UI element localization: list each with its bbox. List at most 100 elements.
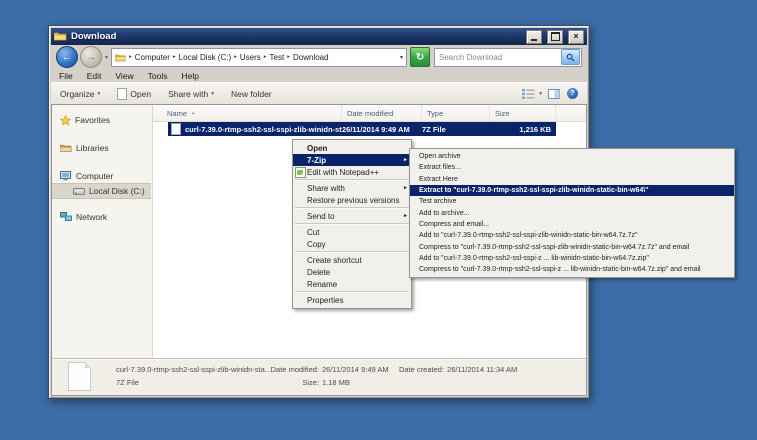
column-header-label: Size — [495, 109, 510, 118]
titlebar[interactable]: Download × — [51, 28, 587, 45]
sidebar-item-label: Favorites — [75, 115, 110, 125]
search-input[interactable] — [435, 53, 561, 62]
new-folder-button[interactable]: New folder — [231, 89, 272, 99]
context-menu-item-copy[interactable]: Copy — [293, 238, 411, 250]
refresh-button[interactable]: ↻ — [410, 47, 430, 67]
menu-item-label: Open — [307, 144, 327, 153]
menu-item-label: Extract files... — [419, 164, 461, 171]
menu-item-label: Add to "curl-7.39.0-rtmp-ssh2-ssl-sspi-z… — [419, 255, 649, 262]
size-value: 1.18 MB — [322, 376, 389, 389]
forward-button[interactable]: → — [80, 46, 102, 68]
search-button[interactable] — [561, 49, 580, 65]
file-size-cell: 1,216 KB — [490, 125, 556, 134]
forward-icon: → — [86, 52, 96, 63]
menubar-item-edit[interactable]: Edit — [87, 71, 102, 81]
date-created-label: Date created: — [399, 363, 444, 376]
column-header-type[interactable]: Type — [422, 105, 490, 121]
column-header-date-modified[interactable]: Date modified — [342, 105, 422, 121]
submenu-item-test-archive[interactable]: Test archive — [410, 196, 734, 207]
details-name-type: curl-7.39.0-rtmp-ssh2-ssl-sspi-zlib-wini… — [116, 363, 271, 389]
context-menu-item-rename[interactable]: Rename — [293, 278, 411, 290]
notepad-plus-plus-icon — [295, 167, 306, 178]
address-dropdown-icon[interactable]: ▾ — [400, 54, 403, 61]
organize-label: Organize — [60, 89, 95, 99]
submenu-item-compress-and-email[interactable]: Compress and email... — [410, 219, 734, 230]
breadcrumb-item-computer[interactable]: Computer — [135, 53, 170, 62]
breadcrumb-item-test[interactable]: Test — [270, 53, 285, 62]
nav-history-dropdown[interactable]: ▾ — [105, 54, 108, 61]
sidebar-item-local-disk-c[interactable]: Local Disk (C:) — [52, 183, 151, 199]
submenu-item-add-to-curl-7-39-0-rtmp-ssh2-ssl-sspi-zl[interactable]: Add to "curl-7.39.0-rtmp-ssh2-ssl-sspi-z… — [410, 230, 734, 241]
details-pane: curl-7.39.0-rtmp-ssh2-ssl-sspi-zlib-wini… — [52, 358, 586, 395]
computer-icon — [60, 171, 72, 181]
breadcrumb-separator-icon: ▸ — [234, 54, 237, 60]
context-menu-item-share-with[interactable]: Share with► — [293, 182, 411, 194]
submenu-item-extract-files[interactable]: Extract files... — [410, 162, 734, 173]
context-menu-item-open[interactable]: Open — [293, 142, 411, 154]
context-menu-item-send-to[interactable]: Send to► — [293, 210, 411, 222]
minimize-button[interactable] — [526, 30, 542, 44]
folder-icon — [54, 28, 67, 46]
star-icon — [60, 115, 71, 126]
preview-pane-button[interactable] — [548, 89, 560, 99]
context-menu-item-delete[interactable]: Delete — [293, 266, 411, 278]
file-name: curl-7.39.0-rtmp-ssh2-ssl-sspi-zlib-wini… — [185, 125, 342, 134]
address-field[interactable]: ▸Computer▸Local Disk (C:)▸Users▸Test▸Dow… — [111, 48, 407, 67]
change-view-dropdown[interactable]: ▾ — [539, 91, 542, 97]
sidebar-item-libraries[interactable]: Libraries — [52, 141, 151, 155]
breadcrumb-item-local-disk-c[interactable]: Local Disk (C:) — [179, 53, 231, 62]
chevron-down-icon: ▾ — [98, 91, 101, 97]
context-menu-item-7-zip[interactable]: 7-Zip► — [293, 154, 411, 166]
menu-item-label: Compress and email... — [419, 221, 489, 228]
sidebar-item-label: Local Disk (C:) — [89, 186, 145, 196]
help-icon: ? — [570, 90, 574, 97]
submenu-item-add-to-curl-7-39-0-rtmp-ssh2-ssl-sspi-z-[interactable]: Add to "curl-7.39.0-rtmp-ssh2-ssl-sspi-z… — [410, 253, 734, 264]
breadcrumb-item-users[interactable]: Users — [240, 53, 261, 62]
desktop: Download × ← → ▾ ▸Computer▸Local Disk (C… — [0, 0, 757, 440]
submenu-item-open-archive[interactable]: Open archive — [410, 151, 734, 162]
help-button[interactable]: ? — [567, 88, 578, 99]
details-dates: Date modified: 26/11/2014 9:49 AM Size: … — [257, 363, 389, 389]
menubar-item-file[interactable]: File — [59, 71, 73, 81]
submenu-arrow-icon: ► — [403, 157, 408, 163]
context-menu-item-create-shortcut[interactable]: Create shortcut — [293, 254, 411, 266]
menubar-item-help[interactable]: Help — [181, 71, 198, 81]
submenu-item-add-to-archive[interactable]: Add to archive... — [410, 207, 734, 218]
column-header-size[interactable]: Size — [490, 105, 556, 121]
preview-pane-icon — [548, 89, 560, 99]
sidebar-item-favorites[interactable]: Favorites — [52, 113, 151, 127]
minimize-icon — [531, 39, 537, 41]
maximize-button[interactable] — [547, 30, 563, 44]
file-row[interactable]: curl-7.39.0-rtmp-ssh2-ssl-sspi-zlib-wini… — [168, 122, 556, 136]
context-menu-item-restore-previous-versions[interactable]: Restore previous versions — [293, 194, 411, 206]
sidebar-item-network[interactable]: Network — [52, 210, 151, 224]
submenu-item-compress-to-curl-7-39-0-rtmp-ssh2-ssl-ss[interactable]: Compress to "curl-7.39.0-rtmp-ssh2-ssl-s… — [410, 264, 734, 275]
sidebar-item-computer[interactable]: Computer — [52, 169, 151, 183]
submenu-item-extract-to-curl-7-39-0-rtmp-ssh2-ssl-ssp[interactable]: Extract to "curl-7.39.0-rtmp-ssh2-ssl-ss… — [410, 185, 734, 196]
close-button[interactable]: × — [568, 30, 584, 44]
submenu-item-extract-here[interactable]: Extract Here — [410, 174, 734, 185]
menubar-item-tools[interactable]: Tools — [148, 71, 168, 81]
breadcrumb-item-download[interactable]: Download — [293, 53, 329, 62]
file-type-cell: 7Z File — [422, 125, 490, 134]
file-name-cell: curl-7.39.0-rtmp-ssh2-ssl-sspi-zlib-wini… — [168, 123, 342, 135]
column-header-name[interactable]: Name▴ — [153, 105, 342, 121]
date-modified-label: Date modified: — [257, 363, 319, 376]
context-menu-item-edit-with-notepad[interactable]: Edit with Notepad++ — [293, 166, 411, 178]
open-button[interactable]: Open — [117, 88, 151, 100]
menu-item-label: Compress to "curl-7.39.0-rtmp-ssh2-ssl-s… — [419, 244, 689, 251]
menubar-item-view[interactable]: View — [115, 71, 133, 81]
context-menu-item-cut[interactable]: Cut — [293, 226, 411, 238]
organize-button[interactable]: Organize ▾ — [60, 89, 100, 99]
change-view-button[interactable] — [522, 89, 535, 99]
share-with-button[interactable]: Share with ▾ — [168, 89, 214, 99]
column-header-label: Date modified — [347, 109, 393, 118]
back-button[interactable]: ← — [56, 46, 78, 68]
menu-item-label: Share with — [307, 184, 345, 193]
context-menu-item-properties[interactable]: Properties — [293, 294, 411, 306]
seven-zip-submenu: Open archive Extract files... Extract Here… — [409, 148, 735, 278]
file-date-cell: 26/11/2014 9:49 AM — [342, 125, 422, 134]
submenu-item-compress-to-curl-7-39-0-rtmp-ssh2-ssl-ss[interactable]: Compress to "curl-7.39.0-rtmp-ssh2-ssl-s… — [410, 241, 734, 252]
new-folder-label: New folder — [231, 89, 272, 99]
window-title: Download — [71, 31, 521, 42]
